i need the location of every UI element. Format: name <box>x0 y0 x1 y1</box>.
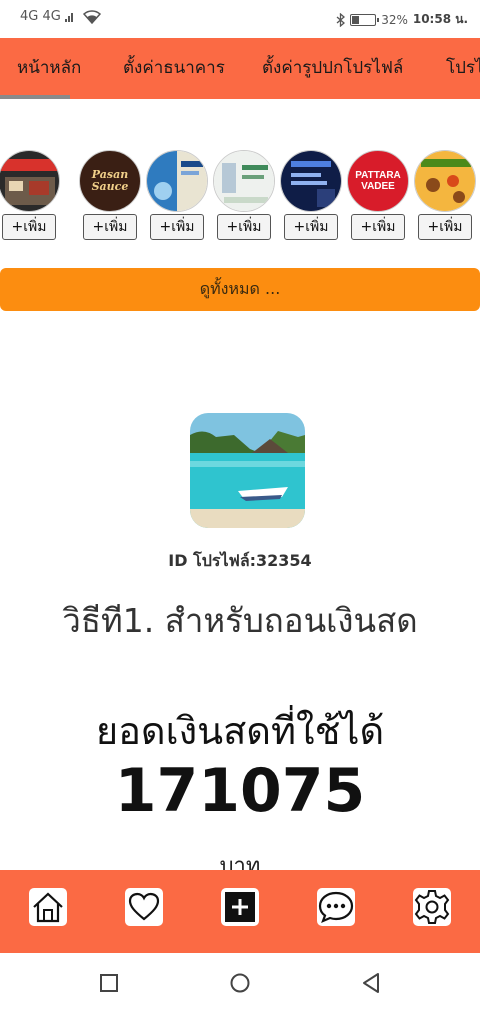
tab-bank-settings[interactable]: ตั้งค่าธนาคาร <box>123 38 225 99</box>
story-thumbnail-pattara[interactable]: PATTARA VADEE <box>347 150 409 212</box>
story-item[interactable]: +เพิ่ม <box>213 150 275 240</box>
story-thumbnail-green[interactable] <box>213 150 275 212</box>
add-story-button[interactable]: +เพิ่ม <box>2 214 56 240</box>
story-thumbnail-shop[interactable] <box>0 150 60 212</box>
clock: 10:58 น. <box>412 12 468 26</box>
add-story-button[interactable]: +เพิ่ม <box>418 214 472 240</box>
recent-apps-icon[interactable] <box>97 971 121 995</box>
tab-profile[interactable]: โปรไฟ <box>446 38 480 99</box>
view-all-button[interactable]: ดูทั้งหมด ... <box>0 268 480 311</box>
add-story-button[interactable]: +เพิ่ม <box>284 214 338 240</box>
add-story-button[interactable]: +เพิ่ม <box>150 214 204 240</box>
add-story-button[interactable]: +เพิ่ม <box>217 214 271 240</box>
story-thumbnail-business[interactable] <box>280 150 342 212</box>
story-item[interactable]: Pasan Sauce +เพิ่ม <box>79 150 141 240</box>
back-icon[interactable] <box>360 971 384 995</box>
network-label: 4G 4G <box>20 9 61 24</box>
device-status: 32% 10:58 น. <box>336 10 468 29</box>
story-thumbnail-travel[interactable] <box>146 150 208 212</box>
story-thumbnail-food[interactable] <box>414 150 476 212</box>
cash-balance-label: ยอดเงินสดที่ใช้ได้ <box>95 709 385 753</box>
add-story-button[interactable]: +เพิ่ม <box>83 214 137 240</box>
profile-photo <box>190 413 305 528</box>
battery-icon <box>350 13 380 26</box>
bluetooth-icon <box>336 12 346 27</box>
story-caption: PATTARA VADEE <box>355 170 401 192</box>
story-caption: Pasan Sauce <box>91 168 129 193</box>
system-nav-bar <box>0 953 480 1014</box>
story-item[interactable]: +เพิ่ม <box>0 150 60 240</box>
status-bar: 4G 4G 32% 10:58 น. <box>0 0 480 38</box>
settings-icon[interactable] <box>413 888 451 926</box>
home-button-icon[interactable] <box>228 971 252 995</box>
story-item[interactable]: +เพิ่ม <box>414 150 476 240</box>
battery-percent: 32% <box>381 12 408 27</box>
bottom-nav <box>0 870 480 953</box>
tab-cover-settings[interactable]: ตั้งค่ารูปปกโปรไฟล์ <box>262 38 403 99</box>
withdraw-method-title: วิธีที1. สำหรับถอนเงินสด <box>62 601 418 640</box>
home-icon[interactable] <box>29 888 67 926</box>
profile-id: ID โปรไฟล์:32354 <box>168 551 312 570</box>
story-thumbnail-pasan[interactable]: Pasan Sauce <box>79 150 141 212</box>
top-tab-bar: หน้าหลัก ตั้งค่าธนาคาร ตั้งค่ารูปปกโปรไฟ… <box>0 38 480 99</box>
add-post-icon[interactable] <box>221 888 259 926</box>
story-item[interactable]: +เพิ่ม <box>146 150 208 240</box>
chat-icon[interactable] <box>317 888 355 926</box>
heart-icon[interactable] <box>125 888 163 926</box>
tab-home[interactable]: หน้าหลัก <box>17 38 81 99</box>
cash-balance-value: 171075 <box>114 756 366 826</box>
wifi-icon <box>82 9 101 24</box>
story-item[interactable]: PATTARA VADEE +เพิ่ม <box>347 150 409 240</box>
active-tab-indicator <box>0 95 70 99</box>
story-item[interactable]: +เพิ่ม <box>280 150 342 240</box>
story-carousel: +เพิ่ม Pasan Sauce +เพิ่ม +เพิ่ม +เพิ่ม … <box>0 150 480 245</box>
network-status: 4G 4G <box>20 9 101 24</box>
add-story-button[interactable]: +เพิ่ม <box>351 214 405 240</box>
signal-icon <box>64 12 73 22</box>
